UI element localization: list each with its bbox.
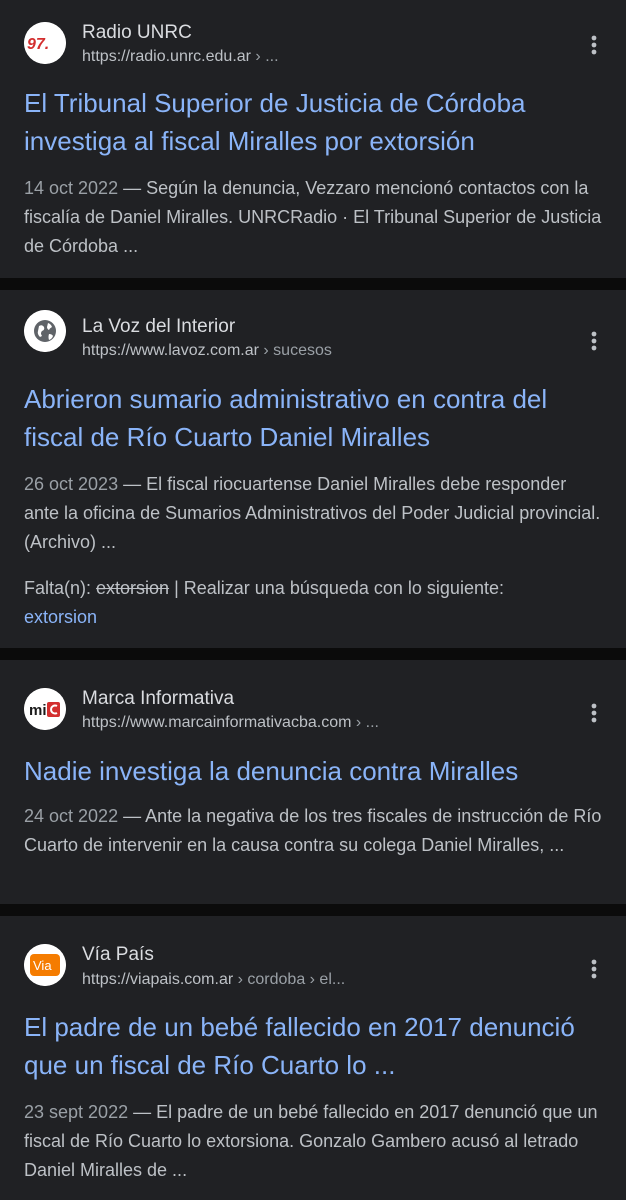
- globe-icon: [24, 310, 66, 352]
- more-vert-icon: [591, 35, 597, 55]
- via-pais-favicon-icon: Via: [24, 944, 66, 986]
- more-vert-icon: [591, 703, 597, 723]
- site-url[interactable]: https://www.lavoz.com.ar › sucesos: [82, 342, 332, 360]
- result-date: 14 oct 2022: [24, 178, 119, 198]
- radio-unrc-favicon-icon: 97.: [24, 22, 66, 64]
- result-snippet: 26 oct 2023 — El fiscal riocuartense Dan…: [24, 470, 604, 557]
- missing-separator: | Realizar una búsqueda con lo siguiente…: [169, 578, 504, 598]
- site-name[interactable]: Marca Informativa: [82, 688, 234, 710]
- result-title-link[interactable]: El padre de un bebé fallecido en 2017 de…: [24, 1008, 604, 1084]
- search-result: 97. Radio UNRC https://radio.unrc.edu.ar…: [0, 0, 626, 278]
- more-vert-icon: [591, 331, 597, 351]
- url-base: https://viapais.com.ar: [82, 971, 234, 988]
- result-date: 24 oct 2022: [24, 806, 119, 826]
- search-result: mi Marca Informativa https://www.marcain…: [0, 660, 626, 904]
- search-result: Via Vía País https://viapais.com.ar › co…: [0, 916, 626, 1200]
- more-vert-icon: [591, 959, 597, 979]
- url-base: https://www.marcainformativacba.com: [82, 714, 352, 731]
- svg-text:mi: mi: [29, 702, 47, 719]
- missing-label: Falta(n):: [24, 578, 97, 598]
- more-options-button[interactable]: [582, 326, 606, 356]
- marca-informativa-favicon-icon: mi: [24, 688, 66, 730]
- result-snippet: 24 oct 2022 — Ante la negativa de los tr…: [24, 802, 604, 860]
- missing-term: extorsion: [96, 578, 170, 598]
- url-path: › ...: [351, 714, 379, 731]
- url-base: https://radio.unrc.edu.ar: [82, 48, 251, 65]
- search-with-term-link[interactable]: extorsion: [24, 603, 604, 632]
- site-url[interactable]: https://www.marcainformativacba.com › ..…: [82, 714, 379, 732]
- more-options-button[interactable]: [582, 954, 606, 984]
- result-snippet: 14 oct 2022 — Según la denuncia, Vezzaro…: [24, 174, 604, 261]
- svg-text:Via: Via: [33, 958, 52, 973]
- result-snippet: 23 sept 2022 — El padre de un bebé falle…: [24, 1098, 604, 1185]
- url-base: https://www.lavoz.com.ar: [82, 342, 259, 359]
- site-url[interactable]: https://viapais.com.ar › cordoba › el...: [82, 971, 345, 989]
- url-path: › sucesos: [258, 342, 332, 359]
- missing-terms: Falta(n): extorsion | Realizar una búsqu…: [24, 574, 604, 632]
- result-date: 23 sept 2022: [24, 1102, 129, 1122]
- more-options-button[interactable]: [582, 30, 606, 60]
- search-result: La Voz del Interior https://www.lavoz.co…: [0, 290, 626, 648]
- result-date: 26 oct 2023: [24, 474, 119, 494]
- site-name[interactable]: Vía País: [82, 944, 154, 966]
- svg-text:97.: 97.: [27, 36, 49, 53]
- url-path: › cordoba › el...: [233, 971, 346, 988]
- site-url[interactable]: https://radio.unrc.edu.ar › ...: [82, 48, 279, 66]
- site-name[interactable]: La Voz del Interior: [82, 316, 235, 338]
- result-title-link[interactable]: Nadie investiga la denuncia contra Miral…: [24, 752, 604, 790]
- result-title-link[interactable]: Abrieron sumario administrativo en contr…: [24, 380, 604, 456]
- more-options-button[interactable]: [582, 698, 606, 728]
- url-path: › ...: [250, 48, 279, 65]
- site-name[interactable]: Radio UNRC: [82, 22, 192, 44]
- result-title-link[interactable]: El Tribunal Superior de Justicia de Córd…: [24, 84, 604, 160]
